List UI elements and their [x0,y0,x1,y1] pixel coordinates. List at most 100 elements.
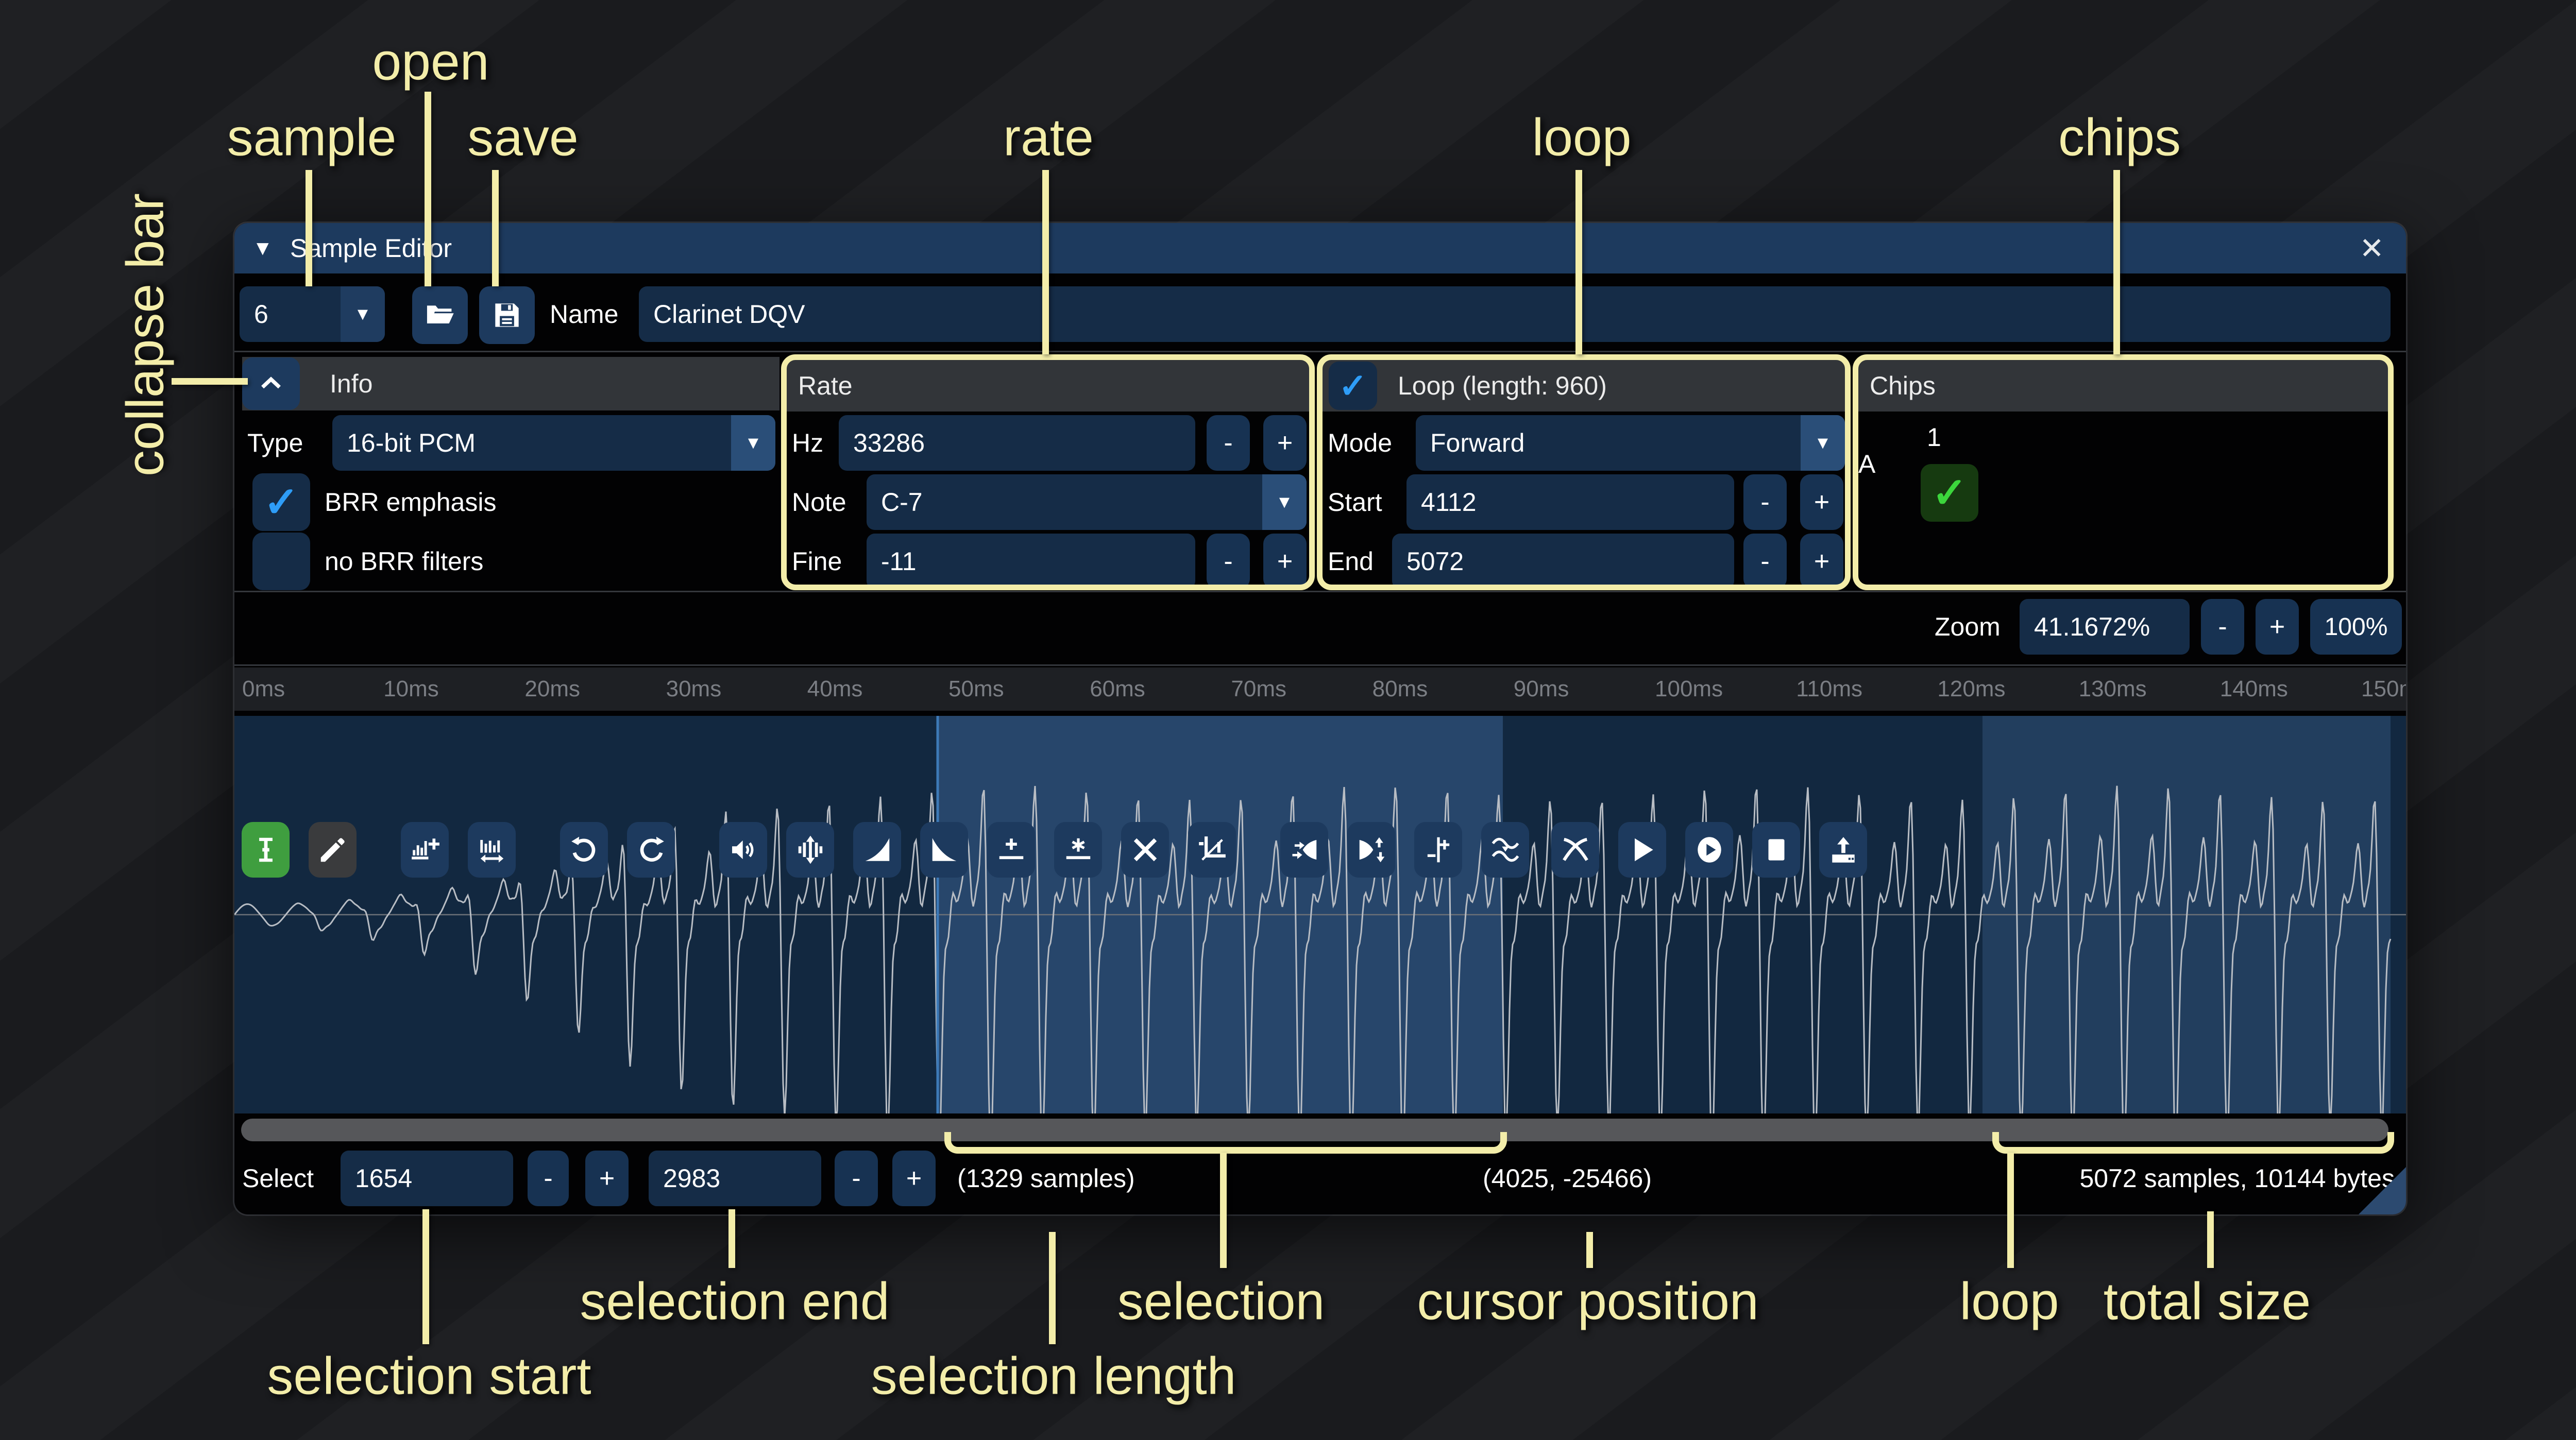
selection-end-minus-button[interactable]: - [835,1151,878,1206]
ruler-tick-label: 0ms [242,667,285,711]
callout-line-loop [1575,170,1582,354]
separator [234,664,2406,666]
ruler-tick-label: 140ms [2220,667,2288,711]
zoom-in-button[interactable]: + [2256,599,2299,655]
ruler-tick-label: 60ms [1090,667,1145,711]
zoom-value: 41.1672% [2034,612,2150,642]
annotation-loop: loop [1532,108,1632,168]
ruler-tick-label: 30ms [666,667,722,711]
select-mode-button[interactable] [242,822,290,878]
selection-start-field[interactable]: 1654 [341,1151,513,1206]
apply-filter-icon [1489,834,1521,866]
resample-button[interactable] [468,822,516,878]
loop-callout-box [1317,354,1851,590]
waveform-view[interactable] [234,716,2406,1113]
open-sample-button[interactable] [412,286,468,344]
annotation-selection-start: selection start [267,1346,591,1407]
zoom-reset-button[interactable]: 100% [2310,599,2402,655]
stop-preview-icon [1760,834,1792,866]
select-mode-icon [250,834,282,866]
preview-sample-icon [1626,834,1658,866]
create-instrument-icon [1827,834,1859,866]
ruler-tick-label: 80ms [1372,667,1428,711]
delete-button[interactable] [1121,822,1169,878]
callout-line-total-size [2207,1211,2214,1268]
resize-icon [409,834,441,866]
sample-index-combo[interactable]: 6 ▼ [240,286,385,342]
callout-line-selection-start [422,1209,429,1344]
sample-type-combo[interactable]: 16-bit PCM ▼ [332,415,775,471]
draw-mode-button[interactable] [309,822,357,878]
insert-silence-button[interactable] [987,822,1035,878]
separator [234,351,2406,352]
amplify-button[interactable] [719,822,767,878]
trim-icon [1196,834,1228,866]
selection-bracket [944,1132,1507,1154]
insert-silence-icon [995,834,1027,866]
annotation-chips: chips [2058,108,2181,168]
redo-icon [635,834,667,866]
annotation-rate: rate [1003,108,1094,168]
redo-button[interactable] [627,822,675,878]
callout-line-cursor-position [1586,1232,1593,1268]
normalize-button[interactable] [786,822,834,878]
undo-icon [568,834,600,866]
selection-start-plus-button[interactable]: + [585,1151,629,1206]
selection-length-text: (1329 samples) [957,1151,1135,1206]
apply-silence-button[interactable] [1054,822,1102,878]
resize-grip[interactable] [2359,1167,2406,1214]
annotation-loop-bottom: loop [1960,1272,2059,1332]
trim-button[interactable] [1188,822,1236,878]
annotation-cursor-position: cursor position [1417,1272,1758,1332]
selection-start-minus-button[interactable]: - [528,1151,569,1206]
chevron-down-icon[interactable]: ▼ [731,415,775,471]
no-brr-filters-checkbox[interactable] [252,533,310,590]
annotation-selection-end: selection end [580,1272,889,1332]
window-collapse-icon[interactable]: ▼ [252,223,273,273]
fade-in-button[interactable] [853,822,901,878]
close-icon[interactable]: ✕ [2359,223,2384,273]
selection-start-value: 1654 [355,1163,412,1193]
preview-selection-button[interactable] [1685,822,1733,878]
selection-end-plus-button[interactable]: + [892,1151,936,1206]
brr-emphasis-checkbox[interactable]: ✓ [252,473,310,531]
zoom-value-field[interactable]: 41.1672% [2020,599,2190,655]
chevron-down-icon[interactable]: ▼ [341,286,385,342]
preview-sample-button[interactable] [1618,822,1666,878]
callout-line-selection [1220,1153,1227,1268]
ruler-tick-label: 90ms [1514,667,1569,711]
resize-button[interactable] [401,822,449,878]
annotation-collapse-bar: collapse bar [115,193,176,476]
fade-out-button[interactable] [920,822,968,878]
callout-line-rate [1042,170,1049,354]
crossfade-loop-points-button[interactable] [1551,822,1599,878]
collapse-info-button[interactable] [242,357,300,410]
undo-button[interactable] [560,822,608,878]
cursor-position-text: (4025, -25466) [1483,1151,1652,1206]
invert-button[interactable] [1347,822,1395,878]
waveform-svg[interactable] [234,716,2406,1113]
screenshot-stage: ▼ Sample Editor ✕ 6 ▼ Name Clarinet DQV … [0,0,2576,1440]
ruler-tick-label: 20ms [524,667,580,711]
zoom-out-button[interactable]: - [2201,599,2244,655]
annotation-open: open [372,32,489,92]
info-panel-header: Info [242,357,779,410]
save-sample-button[interactable] [479,286,535,344]
window-titlebar[interactable]: ▼ Sample Editor ✕ [234,223,2406,273]
select-label: Select [242,1151,314,1206]
create-instrument-button[interactable] [1819,822,1867,878]
annotation-sample: sample [227,108,397,168]
stop-preview-button[interactable] [1752,822,1800,878]
apply-filter-button[interactable] [1481,822,1529,878]
crossfade-loop-points-icon [1560,834,1591,866]
sample-name-field[interactable]: Clarinet DQV [639,286,2391,342]
name-label: Name [550,286,618,342]
amplify-icon [727,834,759,866]
ruler-tick-label: 100ms [1655,667,1723,711]
selection-end-value: 2983 [663,1163,720,1193]
invert-icon [1355,834,1387,866]
ruler-tick-label: 10ms [383,667,439,711]
selection-end-field[interactable]: 2983 [649,1151,821,1206]
signed-unsigned-button[interactable] [1414,822,1462,878]
reverse-button[interactable] [1280,822,1328,878]
